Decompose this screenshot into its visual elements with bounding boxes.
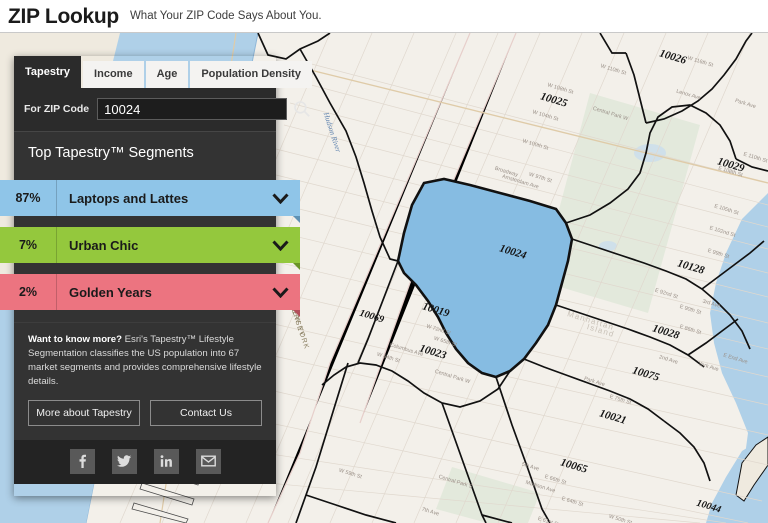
segment-laptops-and-lattes[interactable]: 87% Laptops and Lattes <box>0 180 300 216</box>
tab-population-density[interactable]: Population Density <box>190 61 312 88</box>
segment-name: Urban Chic <box>57 238 260 253</box>
page-tagline: What Your ZIP Code Says About You. <box>130 11 322 23</box>
zip-search-input[interactable] <box>97 98 287 120</box>
segment-percent: 87% <box>0 191 56 205</box>
contact-us-button[interactable]: Contact Us <box>150 400 262 426</box>
panel-tabs: Tapestry Income Age Population Density <box>14 56 276 88</box>
search-icon[interactable] <box>293 97 311 121</box>
info-box: Want to know more? Esri's Tapestry™ Life… <box>14 322 276 440</box>
tab-age[interactable]: Age <box>146 61 189 88</box>
tapestry-panel: Tapestry Income Age Population Density F… <box>14 56 276 484</box>
facebook-icon[interactable] <box>70 449 95 474</box>
segment-name: Laptops and Lattes <box>57 191 260 206</box>
tab-tapestry[interactable]: Tapestry <box>14 56 81 88</box>
zip-search-bar: For ZIP Code <box>14 88 276 131</box>
segment-fold <box>293 216 300 223</box>
app-root: W 108th StW 104th StW 100th StW 110th St… <box>0 0 768 523</box>
zip-search-label: For ZIP Code <box>24 103 89 115</box>
segment-percent: 2% <box>0 285 56 299</box>
segments-list: 87% Laptops and Lattes 7% Urban Chic <box>14 175 276 322</box>
segment-percent: 7% <box>0 238 56 252</box>
linkedin-icon[interactable] <box>154 449 179 474</box>
park-reservoir <box>634 144 666 162</box>
segment-golden-years[interactable]: 2% Golden Years <box>0 274 300 310</box>
page-title: ZIP Lookup <box>8 6 119 27</box>
social-bar <box>14 440 276 484</box>
info-button-row: More about Tapestry Contact Us <box>28 400 262 426</box>
segment-row: 2% Golden Years <box>14 269 276 316</box>
app-header: ZIP Lookup What Your ZIP Code Says About… <box>0 0 768 33</box>
segments-title: Top Tapestry™ Segments <box>28 145 262 161</box>
segment-fold <box>293 310 300 317</box>
segments-section-header: Top Tapestry™ Segments <box>14 131 276 175</box>
info-lead: Want to know more? <box>28 334 122 345</box>
email-icon[interactable] <box>196 449 221 474</box>
more-about-tapestry-button[interactable]: More about Tapestry <box>28 400 140 426</box>
segment-row: 7% Urban Chic <box>14 222 276 269</box>
tab-income[interactable]: Income <box>83 61 144 88</box>
segment-name: Golden Years <box>57 285 260 300</box>
segment-urban-chic[interactable]: 7% Urban Chic <box>0 227 300 263</box>
twitter-icon[interactable] <box>112 449 137 474</box>
chevron-down-icon[interactable] <box>260 287 300 298</box>
segment-row: 87% Laptops and Lattes <box>14 175 276 222</box>
chevron-down-icon[interactable] <box>260 193 300 204</box>
chevron-down-icon[interactable] <box>260 240 300 251</box>
info-text: Want to know more? Esri's Tapestry™ Life… <box>28 333 262 389</box>
segment-fold <box>293 263 300 270</box>
